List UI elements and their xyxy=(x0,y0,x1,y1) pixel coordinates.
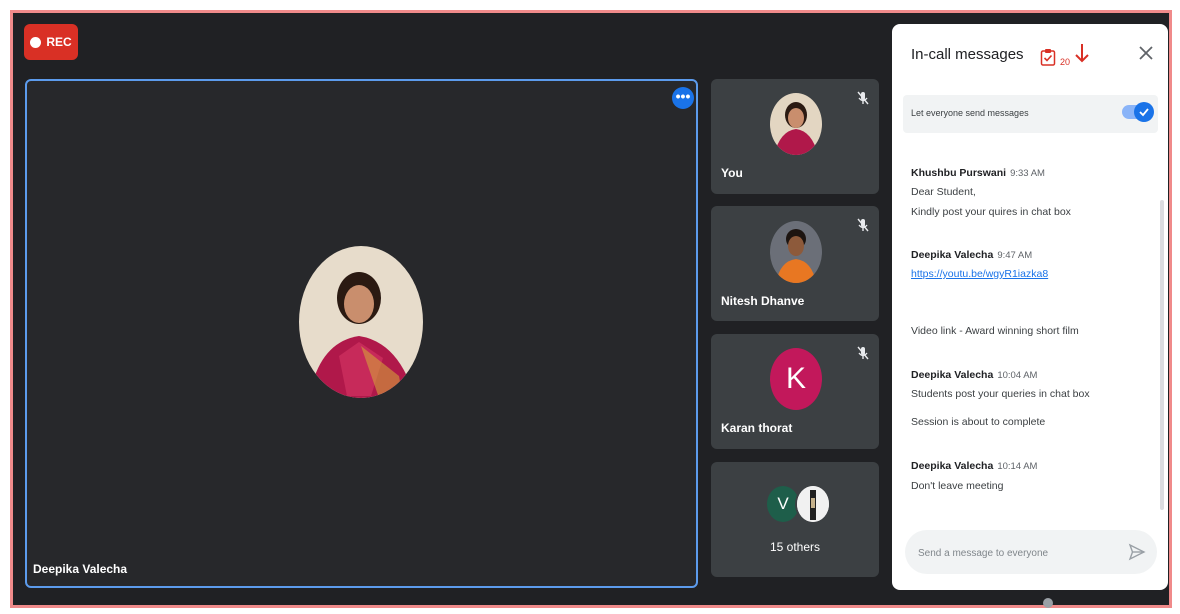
mic-off-icon xyxy=(857,91,869,105)
mic-off-icon xyxy=(857,218,869,232)
toggle-label: Let everyone send messages xyxy=(911,108,1029,118)
clipboard-check-icon[interactable] xyxy=(1040,48,1056,66)
nitesh-avatar xyxy=(770,221,822,283)
status-dot xyxy=(1043,598,1053,608)
message-time: 9:33 AM xyxy=(1010,168,1045,179)
you-avatar xyxy=(770,93,822,155)
message-link[interactable]: https://youtu.be/wgyR1iazka8 xyxy=(911,268,1048,280)
participant-name: You xyxy=(721,166,743,180)
close-icon[interactable] xyxy=(1137,44,1155,62)
participant-name: Karan thorat xyxy=(721,421,793,435)
message-text: Session is about to complete xyxy=(911,416,1046,428)
message-count: 20 xyxy=(1060,57,1071,67)
recording-label: REC xyxy=(46,35,72,49)
more-options-icon[interactable]: ••• xyxy=(672,87,694,109)
message-text: Video link - Award winning short film xyxy=(911,325,1079,337)
message-sender: Deepika Valecha xyxy=(911,460,994,472)
chat-scrollbar[interactable] xyxy=(1160,200,1164,510)
participant-name: Nitesh Dhanve xyxy=(721,294,805,308)
presenter-avatar xyxy=(299,246,423,398)
main-participant-name: Deepika Valecha xyxy=(33,562,128,576)
message-text: Dear Student, xyxy=(911,186,976,198)
message-header: Khushbu Purswani 9:33 AM xyxy=(911,167,1045,179)
message-text: Kindly post your quires in chat box xyxy=(911,206,1071,218)
message-header: Deepika Valecha 9:47 AM xyxy=(911,249,1032,261)
record-dot-icon xyxy=(30,36,42,48)
message-sender: Deepika Valecha xyxy=(911,369,994,381)
message-sender: Khushbu Purswani xyxy=(911,167,1007,179)
arrow-down-icon xyxy=(1075,44,1089,63)
send-icon[interactable] xyxy=(1128,543,1146,561)
karan-avatar: K xyxy=(770,348,822,410)
message-header: Deepika Valecha 10:14 AM xyxy=(911,460,1037,472)
message-sender: Deepika Valecha xyxy=(911,249,994,261)
others-avatar-photo xyxy=(795,484,831,524)
message-time: 10:14 AM xyxy=(997,461,1038,472)
message-time: 10:04 AM xyxy=(997,370,1038,381)
message-header: Deepika Valecha 10:04 AM xyxy=(911,369,1037,381)
others-tile[interactable] xyxy=(711,462,879,577)
message-input[interactable] xyxy=(916,540,1120,566)
mic-off-icon xyxy=(857,346,869,360)
check-icon xyxy=(1134,102,1154,122)
send-messages-toggle[interactable] xyxy=(1122,102,1154,122)
message-text: Don't leave meeting xyxy=(911,480,1004,492)
panel-title: In-call messages xyxy=(911,46,1024,63)
message-text: Students post your queries in chat box xyxy=(911,388,1090,400)
recording-indicator: REC xyxy=(24,24,78,60)
message-time: 9:47 AM xyxy=(997,250,1033,261)
others-count-label: 15 others xyxy=(769,540,821,554)
